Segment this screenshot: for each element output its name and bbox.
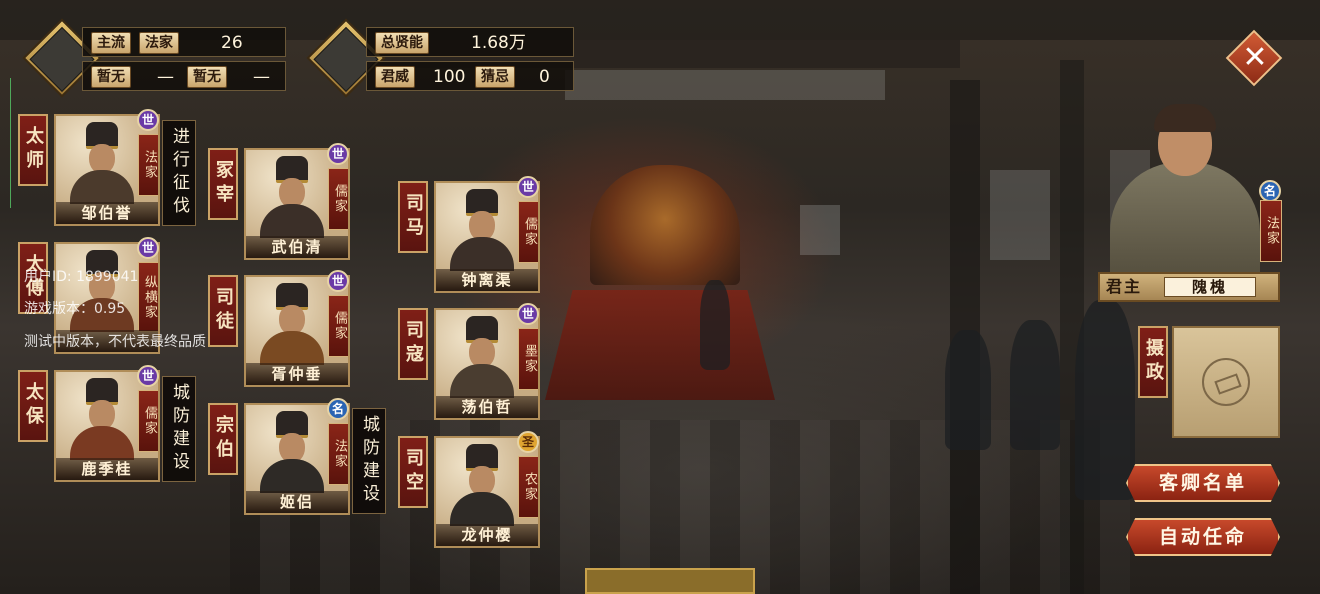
office-title-regent: 摄政 — [1138, 326, 1168, 398]
close-icon: ✕ — [1242, 40, 1268, 75]
lord-label: 君主 — [1106, 277, 1143, 296]
official-name: 姬侣 — [246, 491, 348, 513]
lord-rank-badge: 名 — [1259, 180, 1281, 202]
portrait — [450, 189, 514, 271]
official-card-sikou[interactable]: 墨家 荡伯哲 — [434, 308, 540, 420]
suspicion-value: 0 — [539, 67, 550, 87]
mainstream-count: 26 — [221, 33, 243, 53]
official-name: 鹿季桂 — [56, 458, 158, 480]
rank-badge: 世 — [517, 303, 539, 325]
school-label: 儒家 — [328, 295, 348, 357]
portrait — [260, 156, 324, 238]
official-name: 荡伯哲 — [436, 396, 538, 418]
secondary-none-2: 暂无 — [187, 66, 227, 88]
official-card-sima[interactable]: 儒家 钟离渠 — [434, 181, 540, 293]
debug-version: 游戏版本：0.95 — [24, 301, 126, 317]
talent-panel: 总贤能 1.68万 — [366, 27, 574, 57]
school-label: 儒家 — [328, 168, 348, 230]
secondary-panel: 暂无 — 暂无 — — [82, 61, 286, 91]
secondary-none-1: 暂无 — [91, 66, 131, 88]
office-title-zhongzai: 冢宰 — [208, 148, 238, 220]
office-title-situ: 司徒 — [208, 275, 238, 347]
mainstream-school: 法家 — [139, 32, 179, 54]
edge-indicator — [10, 78, 11, 208]
school-label: 农家 — [518, 456, 538, 518]
rank-badge: 世 — [137, 109, 159, 131]
secondary-dash-2: — — [253, 67, 270, 87]
official-card-sikong[interactable]: 农家 龙仲樱 — [434, 436, 540, 548]
prestige-value: 100 — [433, 67, 466, 87]
official-card-situ[interactable]: 儒家 胥仲垂 — [244, 275, 350, 387]
office-title-zongbo: 宗伯 — [208, 403, 238, 475]
task-label: 进行征伐 — [162, 120, 196, 226]
office-title-taibao: 太保 — [18, 370, 48, 442]
office-title-sikong: 司空 — [398, 436, 428, 508]
official-card-taishi[interactable]: 法家 邹伯誉 — [54, 114, 160, 226]
official-name: 武伯清 — [246, 236, 348, 258]
portrait — [450, 444, 514, 526]
lord-school-label: 法家 — [1260, 200, 1282, 262]
prestige-panel: 君威 100 猜忌 0 — [366, 61, 574, 91]
official-name: 龙仲樱 — [436, 524, 538, 546]
school-label: 法家 — [328, 423, 348, 485]
office-title-sikou: 司寇 — [398, 308, 428, 380]
school-label: 儒家 — [518, 201, 538, 263]
official-card-taibao[interactable]: 儒家 鹿季桂 — [54, 370, 160, 482]
rank-badge: 名 — [327, 398, 349, 420]
official-name: 邹伯誉 — [56, 202, 158, 224]
prestige-label: 君威 — [375, 66, 415, 88]
total-talent-value: 1.68万 — [471, 33, 526, 53]
task-label: 城防建设 — [352, 408, 386, 514]
auto-appoint-button[interactable]: 自动任命 — [1126, 518, 1280, 556]
office-title-taishi: 太师 — [18, 114, 48, 186]
official-card-zongbo[interactable]: 法家 姬侣 — [244, 403, 350, 515]
seal-icon — [1202, 358, 1250, 406]
rank-badge: 世 — [327, 270, 349, 292]
portrait — [260, 283, 324, 365]
rank-badge: 世 — [137, 237, 159, 259]
portrait — [70, 378, 134, 460]
portrait — [450, 316, 514, 398]
school-label: 墨家 — [518, 328, 538, 390]
rank-badge: 世 — [327, 143, 349, 165]
portrait — [70, 250, 134, 332]
close-button[interactable]: ✕ — [1225, 29, 1283, 87]
total-talent-label: 总贤能 — [375, 32, 429, 54]
mainstream-label: 主流 — [91, 32, 131, 54]
debug-notice: 测试中版本，不代表最终品质 — [24, 334, 206, 350]
rank-badge: 世 — [517, 176, 539, 198]
portrait — [70, 122, 134, 204]
lord-name: 隗槐 — [1164, 277, 1256, 297]
task-label: 城防建设 — [162, 376, 196, 482]
official-name: 钟离渠 — [436, 269, 538, 291]
rank-badge: 圣 — [517, 431, 539, 453]
debug-user-id: 用户ID: 1899041 — [24, 269, 139, 285]
guest-list-button[interactable]: 客卿名单 — [1126, 464, 1280, 502]
regent-slot[interactable] — [1172, 326, 1280, 438]
lord-name-bar: 君主 隗槐 — [1098, 272, 1280, 302]
portrait — [260, 411, 324, 493]
school-label: 法家 — [138, 134, 158, 196]
official-name: 胥仲垂 — [246, 363, 348, 385]
school-label: 儒家 — [138, 390, 158, 452]
school-label: 纵横家 — [138, 262, 158, 332]
secondary-dash-1: — — [157, 67, 174, 87]
mainstream-panel: 主流 法家 26 — [82, 27, 286, 57]
office-title-sima: 司马 — [398, 181, 428, 253]
suspicion-label: 猜忌 — [475, 66, 515, 88]
lord-portrait[interactable] — [1104, 102, 1280, 274]
rank-badge: 世 — [137, 365, 159, 387]
official-card-zhongzai[interactable]: 儒家 武伯清 — [244, 148, 350, 260]
